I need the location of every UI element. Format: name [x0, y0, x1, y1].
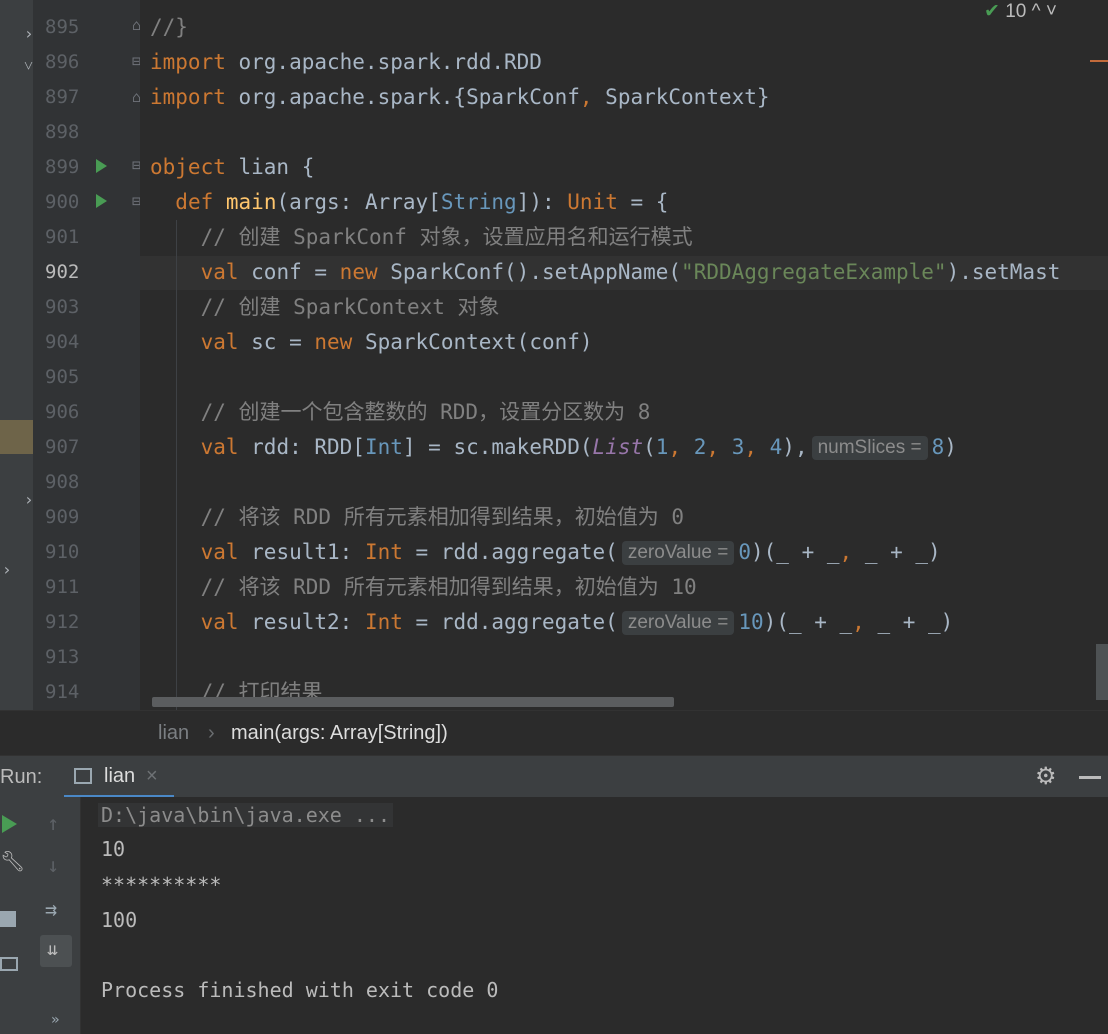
run-toolbar-right: ↑ ↓ ⇉ ⇊ »	[33, 797, 81, 1034]
code-line-907: val rdd: RDD[Int] = sc.makeRDD(List(1, 2…	[200, 435, 957, 460]
inspection-indicator[interactable]: ✔ 10 ^ ˅	[984, 0, 1057, 23]
code-line-900: def main(args: Array[String]): Unit = {	[175, 190, 669, 214]
down-arrow-icon[interactable]: ↓	[47, 853, 59, 877]
parameter-hint: numSlices =	[811, 436, 928, 460]
line-number[interactable]: 905	[45, 366, 85, 388]
line-number[interactable]: 906	[45, 401, 85, 423]
line-number[interactable]: 901	[45, 226, 85, 248]
code-line-910: val result1: Int = rdd.aggregate(zeroVal…	[200, 540, 941, 565]
run-main-icon[interactable]	[96, 194, 107, 208]
parameter-hint: zeroValue =	[621, 611, 735, 635]
line-number[interactable]: 903	[45, 296, 85, 318]
tab-lian[interactable]: lian ×	[64, 756, 174, 798]
console-output[interactable]: D:\java\bin\java.exe ... 10 ********** 1…	[81, 797, 1108, 1034]
line-number[interactable]: 912	[45, 611, 85, 633]
code-line-903: // 创建 SparkContext 对象	[200, 295, 500, 319]
vertical-scrollbar[interactable]	[1096, 644, 1108, 700]
line-number[interactable]: 907	[45, 436, 85, 458]
run-panel-header: Run: lian × ⚙	[0, 755, 1108, 798]
close-icon[interactable]: ×	[146, 765, 158, 788]
line-number[interactable]: 902	[45, 261, 85, 283]
run-toolbar-left: 🔧︎	[0, 797, 33, 1034]
code-line-901: // 创建 SparkConf 对象，设置应用名和运行模式	[200, 225, 693, 249]
code-line-896: import org.apache.spark.rdd.RDD	[150, 50, 542, 74]
rerun-icon[interactable]	[2, 815, 17, 833]
console-output-line: 10	[101, 837, 126, 861]
breadcrumb-separator-icon: ›	[208, 722, 215, 744]
line-number[interactable]: 911	[45, 576, 85, 598]
error-stripe-mark[interactable]	[1090, 60, 1108, 62]
line-number[interactable]: 895	[45, 16, 85, 38]
code-line-912: val result2: Int = rdd.aggregate(zeroVal…	[200, 610, 954, 635]
line-number[interactable]: 909	[45, 506, 85, 528]
line-number[interactable]: 908	[45, 471, 85, 493]
code-line-911: // 将该 RDD 所有元素相加得到结果，初始值为 10	[200, 575, 697, 599]
code-line-909: // 将该 RDD 所有元素相加得到结果，初始值为 0	[200, 505, 685, 529]
left-tool-strip: › ˅ › ›	[0, 0, 34, 755]
up-arrow-icon[interactable]: ↑	[47, 811, 59, 835]
code-editor[interactable]: //} import org.apache.spark.rdd.RDD impo…	[140, 0, 1108, 710]
scroll-to-end-button[interactable]: ⇊	[40, 935, 72, 967]
scroll-to-end-icon: ⇊	[47, 939, 58, 960]
code-line-906: // 创建一个包含整数的 RDD，设置分区数为 8	[200, 400, 651, 424]
console-output-line: **********	[101, 873, 222, 897]
check-icon: ✔	[984, 1, 1000, 22]
minimize-icon[interactable]	[1079, 776, 1101, 779]
console-output-line: 100	[101, 908, 138, 932]
camera-icon[interactable]	[0, 957, 18, 971]
code-line-904: val sc = new SparkContext(conf)	[200, 330, 593, 354]
expand-chevron-icon[interactable]: ˅	[24, 56, 33, 76]
line-number[interactable]: 899	[45, 156, 85, 178]
line-number[interactable]: 910	[45, 541, 85, 563]
code-line-897: import org.apache.spark.{SparkConf, Spar…	[150, 85, 770, 109]
line-number[interactable]: 900	[45, 191, 85, 213]
console-command-line[interactable]: D:\java\bin\java.exe ...	[98, 803, 393, 827]
line-number[interactable]: 914	[45, 681, 85, 703]
breadcrumb-item-main[interactable]: main(args: Array[String])	[231, 722, 448, 745]
line-number[interactable]: 913	[45, 646, 85, 668]
inspection-count: 10	[1005, 1, 1027, 22]
stop-icon[interactable]	[0, 911, 16, 927]
breadcrumb-item-lian[interactable]: lian	[158, 722, 189, 745]
wrench-icon[interactable]: 🔧︎	[0, 849, 25, 873]
code-line-899: object lian {	[150, 155, 315, 179]
run-object-icon[interactable]	[96, 159, 107, 173]
console-finish-line: Process finished with exit code 0	[101, 978, 499, 1002]
nav-arrows-icon[interactable]: ^ ˅	[1032, 1, 1057, 22]
breadcrumb: lian › main(args: Array[String])	[0, 710, 1108, 756]
line-number[interactable]: 896	[45, 51, 85, 73]
soft-wrap-icon[interactable]: ⇉	[45, 897, 57, 921]
line-number[interactable]: 897	[45, 86, 85, 108]
console-tab-icon	[74, 768, 92, 784]
parameter-hint: zeroValue =	[621, 541, 735, 565]
line-number[interactable]: 898	[45, 121, 85, 143]
bookmark-marker	[0, 420, 33, 454]
line-number[interactable]: 904	[45, 331, 85, 353]
run-label: Run:	[0, 766, 43, 788]
tree-expand-icon[interactable]: ›	[2, 560, 12, 579]
tab-label: lian	[104, 765, 136, 787]
code-line-902: val conf = new SparkConf().setAppName("R…	[200, 260, 1061, 284]
gear-icon[interactable]: ⚙	[1035, 762, 1057, 791]
more-icon[interactable]: »	[51, 1012, 59, 1028]
code-line-895: //}	[150, 15, 188, 39]
horizontal-scrollbar[interactable]	[152, 697, 674, 707]
